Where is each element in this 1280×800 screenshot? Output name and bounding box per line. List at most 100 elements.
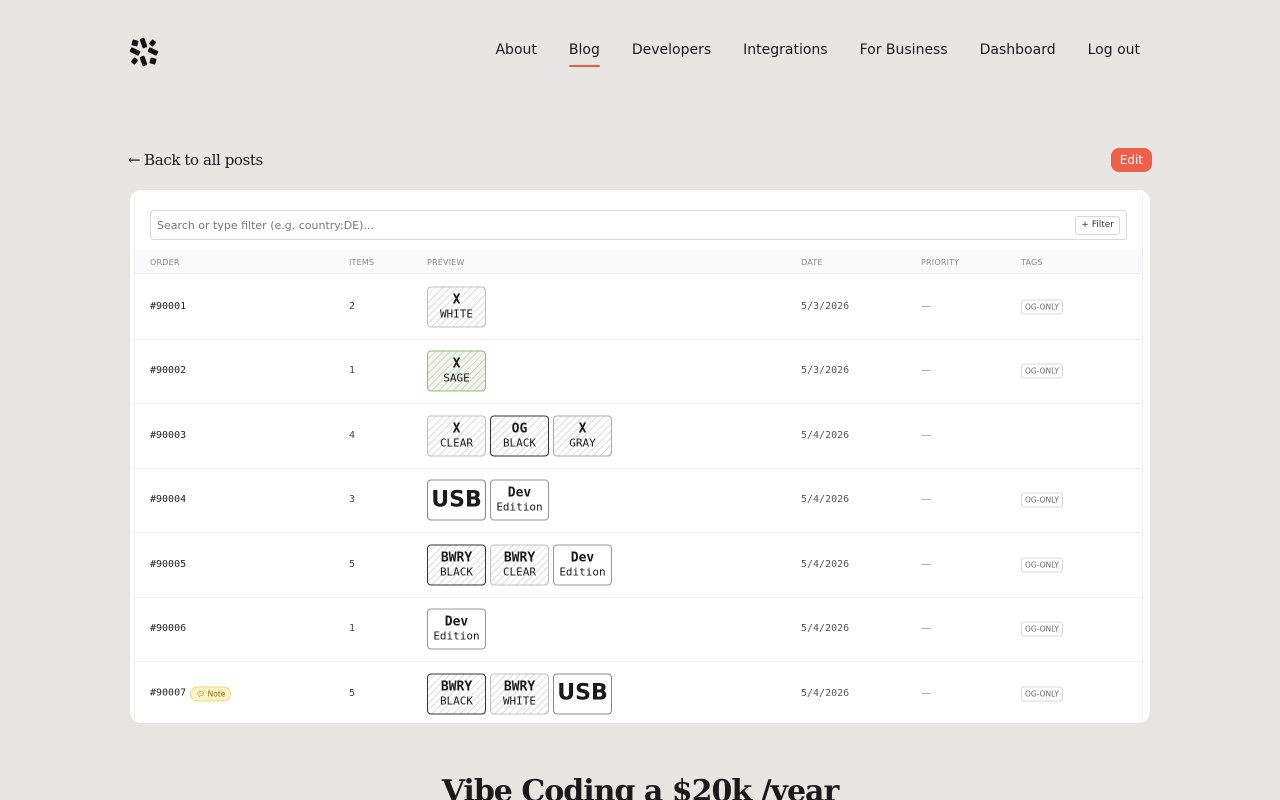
column-header-date[interactable]: DATE (801, 258, 823, 268)
nav-link-integrations[interactable]: Integrations (743, 41, 827, 67)
priority-value: — (921, 623, 931, 635)
table-row[interactable]: #90003 4 X CLEAR OG BLACK X GRAY 5/4/2026— (135, 404, 1142, 469)
screenshot-card: + Filter ORDER ITEMS PREVIEW DATE PRIORI… (129, 189, 1151, 724)
items-count: 2 (349, 300, 356, 312)
chip-model: X (452, 356, 461, 372)
chip-model: X (578, 421, 587, 437)
add-filter-button[interactable]: + Filter (1075, 216, 1120, 235)
tag-badge[interactable]: OG-ONLY (1021, 686, 1063, 702)
order-id-cell[interactable]: #90001 (150, 301, 186, 313)
nav-link-dashboard[interactable]: Dashboard (980, 41, 1056, 67)
back-arrow-icon: ← (128, 151, 141, 169)
tags-cell: OG-ONLY (1021, 557, 1063, 573)
product-preview-chip: X CLEAR (427, 415, 486, 457)
order-date: 5/3/2026 (801, 365, 850, 377)
chip-variant: Edition (433, 629, 480, 643)
product-preview-chip: BWRY CLEAR (490, 544, 549, 586)
search-bar: + Filter (150, 210, 1127, 240)
order-id[interactable]: #90006 (150, 623, 186, 635)
nav-link-developers[interactable]: Developers (632, 41, 711, 67)
chip-model: BWRY (440, 550, 473, 566)
priority-value: — (921, 300, 931, 312)
edit-button[interactable]: Edit (1110, 148, 1152, 172)
chip-variant: CLEAR (502, 565, 537, 579)
tags-cell: OG-ONLY (1021, 299, 1063, 315)
preview-cell: BWRY BLACK BWRY WHITE USB (427, 673, 612, 715)
table-row[interactable]: #90001 2 X WHITE 5/3/2026 — OG-ONLY (135, 275, 1142, 340)
tag-badge[interactable]: OG-ONLY (1021, 492, 1063, 508)
nav-link-log-out[interactable]: Log out (1088, 41, 1140, 67)
items-count: 1 (349, 365, 356, 377)
nav-link-blog[interactable]: Blog (568, 41, 600, 67)
chip-variant: Edition (559, 565, 606, 579)
order-id[interactable]: #90001 (150, 301, 186, 313)
order-date: 5/3/2026 (801, 300, 850, 312)
chip-model: USB (431, 487, 482, 513)
chip-model: BWRY (503, 550, 536, 566)
priority-value: — (921, 429, 931, 441)
preview-cell: Dev Edition (427, 608, 486, 650)
priority-value: — (921, 494, 931, 506)
product-preview-chip: Dev Edition (490, 479, 549, 521)
note-label: Note (207, 689, 226, 699)
logo-icon[interactable] (128, 36, 160, 68)
back-link-label: Back to all posts (144, 151, 263, 169)
tags-cell: OG-ONLY (1021, 621, 1063, 637)
order-id-cell[interactable]: #90003 (150, 430, 186, 442)
product-preview-chip: USB (553, 673, 612, 715)
preview-cell: X CLEAR OG BLACK X GRAY (427, 415, 612, 457)
table-header: ORDER ITEMS PREVIEW DATE PRIORITY TAGS (135, 250, 1142, 274)
table-row[interactable]: #90004 3 USB Dev Edition 5/4/2026 — OG-ONLY (135, 469, 1142, 533)
chip-model: USB (557, 680, 608, 706)
chip-model: X (452, 292, 461, 308)
column-header-tags[interactable]: TAGS (1021, 258, 1043, 268)
order-id-cell[interactable]: #90005 (150, 559, 186, 571)
product-preview-chip: X WHITE (427, 286, 486, 328)
chip-variant: GRAY (569, 436, 596, 450)
order-id[interactable]: #90002 (150, 365, 186, 377)
order-date: 5/4/2026 (801, 494, 850, 506)
nav-link-for-business[interactable]: For Business (860, 41, 948, 67)
tag-badge[interactable]: OG-ONLY (1021, 363, 1063, 379)
table-row[interactable]: #90002 1 X SAGE 5/3/2026 — OG-ONLY (135, 340, 1142, 404)
column-header-order[interactable]: ORDER (150, 258, 180, 268)
main-nav: About Blog Developers Integrations For Busin… (495, 41, 1140, 67)
column-header-items[interactable]: ITEMS (349, 258, 374, 268)
chip-model: Dev (507, 485, 532, 501)
order-date: 5/4/2026 (801, 687, 850, 699)
chip-variant: BLACK (502, 436, 537, 450)
order-date: 5/4/2026 (801, 558, 850, 570)
chip-model: BWRY (503, 679, 536, 695)
comment-icon: 💬︎ (196, 689, 206, 699)
order-id-cell[interactable]: #90006 (150, 623, 186, 635)
order-id-cell[interactable]: #90002 (150, 365, 186, 377)
order-id[interactable]: #90004 (150, 494, 186, 506)
chip-model: Dev (570, 550, 595, 566)
table-row[interactable]: #90006 1 Dev Edition 5/4/2026 — OG-ONLY (135, 598, 1142, 662)
search-input[interactable] (157, 211, 1017, 239)
note-badge[interactable]: 💬︎ Note (190, 686, 232, 702)
order-id[interactable]: #90003 (150, 430, 186, 442)
chip-variant: WHITE (439, 307, 474, 321)
order-id[interactable]: #90005 (150, 559, 186, 571)
table-row[interactable]: #90005 5 BWRY BLACK BWRY CLEAR Dev Edition 5/4/2… (135, 533, 1142, 598)
order-date: 5/4/2026 (801, 623, 850, 635)
tag-badge[interactable]: OG-ONLY (1021, 557, 1063, 573)
tags-cell: OG-ONLY (1021, 686, 1063, 702)
preview-cell: BWRY BLACK BWRY CLEAR Dev Edition (427, 544, 612, 586)
product-preview-chip: BWRY BLACK (427, 673, 486, 715)
chip-variant: BLACK (439, 694, 474, 708)
chip-variant: CLEAR (439, 436, 474, 450)
order-id[interactable]: #90007 (150, 688, 186, 700)
tag-badge[interactable]: OG-ONLY (1021, 299, 1063, 315)
column-header-priority[interactable]: PRIORITY (921, 258, 959, 268)
tag-badge[interactable]: OG-ONLY (1021, 621, 1063, 637)
order-id-cell[interactable]: #90007 💬︎ Note (150, 686, 232, 702)
preview-cell: X SAGE (427, 350, 486, 392)
column-header-preview[interactable]: PREVIEW (427, 258, 465, 268)
nav-link-about[interactable]: About (495, 41, 536, 67)
back-to-posts-link[interactable]: ← Back to all posts (128, 150, 263, 170)
table-row[interactable]: #90007 💬︎ Note 5 BWRY BLACK BWRY WHITE USB 5/4/20… (135, 662, 1142, 723)
order-id-cell[interactable]: #90004 (150, 494, 186, 506)
order-date: 5/4/2026 (801, 429, 850, 441)
